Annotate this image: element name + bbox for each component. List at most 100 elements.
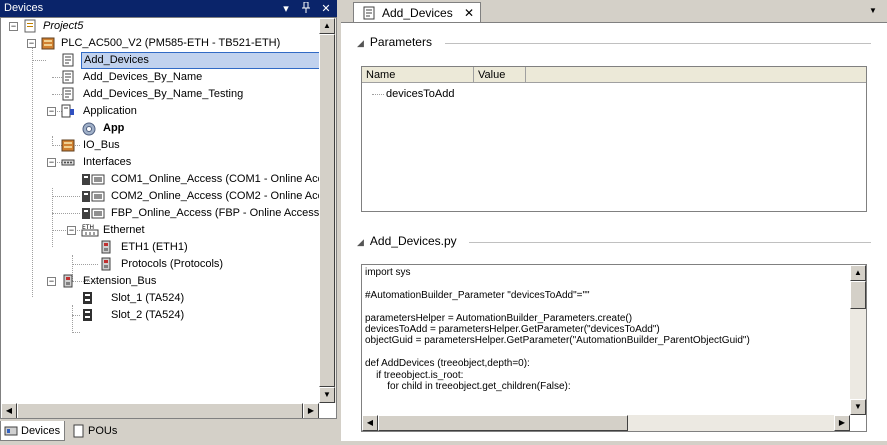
code-line[interactable]: for child in treeobject.get_children(Fal… — [365, 381, 845, 392]
code-horizontal-scrollbar[interactable]: ◀ ▶ — [362, 415, 850, 431]
devices-tree: − Project5 − PLC_AC500_V2 (PM585-ETH - T… — [0, 17, 337, 419]
collapse-triangle-icon[interactable]: ◢ — [357, 237, 364, 247]
tree-horizontal-scrollbar[interactable]: ◀ ▶ — [1, 403, 319, 418]
close-tab-icon[interactable]: ✕ — [464, 3, 474, 23]
interfaces-icon — [61, 155, 75, 169]
plc-icon — [41, 36, 55, 50]
gear-icon — [81, 121, 96, 136]
devices-icon — [4, 424, 18, 438]
code-line[interactable] — [365, 278, 845, 289]
code-text[interactable]: import sys #AutomationBuilder_Parameter … — [365, 267, 845, 392]
close-icon[interactable]: ✕ — [319, 2, 333, 16]
code-line[interactable]: objectGuid = parametersHelper.GetParamet… — [365, 335, 845, 346]
application-icon — [61, 104, 75, 118]
com-icon — [81, 172, 105, 186]
tree-item-slot1[interactable]: Slot_1 (TA524) — [81, 290, 186, 307]
module-icon — [99, 257, 113, 271]
ethernet-icon: ETH — [81, 223, 99, 237]
tree-item-interfaces[interactable]: Interfaces — [61, 154, 133, 171]
devices-panel-title: Devices — [4, 2, 44, 14]
scroll-down-icon[interactable]: ▼ — [319, 387, 335, 403]
module-icon — [61, 274, 75, 288]
dropdown-icon[interactable]: ▾ — [279, 2, 293, 16]
scroll-left-icon[interactable]: ◀ — [1, 403, 17, 418]
slot-icon — [81, 291, 95, 305]
tab-devices[interactable]: Devices — [0, 421, 66, 441]
collapse-toggle-ethernet[interactable]: − — [67, 226, 76, 235]
tree-item-extension-bus[interactable]: Extension_Bus — [61, 273, 158, 290]
scroll-thumb[interactable] — [319, 34, 335, 387]
tree-item-slot2[interactable]: Slot_2 (TA524) — [81, 307, 186, 324]
tree-item-protocols[interactable]: Protocols (Protocols) — [99, 256, 225, 273]
devices-panel: Devices ▾ ✕ − Project5 − PLC_AC500_V2 (P… — [0, 0, 338, 443]
panel-tabs: Devices POUs — [0, 421, 337, 443]
code-line[interactable]: devicesToAdd = parametersHelper.GetParam… — [365, 324, 845, 335]
devices-panel-titlebar: Devices ▾ ✕ — [0, 0, 337, 17]
tree-item-add-devices-by-name-testing[interactable]: Add_Devices_By_Name_Testing — [61, 86, 245, 103]
code-line[interactable]: if treeobject.is_root: — [365, 370, 845, 381]
code-line[interactable] — [365, 347, 845, 358]
scroll-up-icon[interactable]: ▲ — [319, 18, 335, 34]
parameters-table: Name Value devicesToAdd — [361, 66, 867, 212]
script-icon — [61, 70, 75, 84]
collapse-toggle-plc[interactable]: − — [27, 39, 36, 48]
tree-item-ethernet[interactable]: ETH Ethernet — [81, 222, 147, 239]
tree-item-project5[interactable]: Project5 — [23, 18, 85, 35]
scroll-right-icon[interactable]: ▶ — [303, 403, 319, 418]
scroll-right-icon[interactable]: ▶ — [834, 415, 850, 431]
section-divider — [445, 43, 871, 44]
column-header-name[interactable]: Name — [362, 67, 474, 83]
tree-item-add-devices-by-name[interactable]: Add_Devices_By_Name — [61, 69, 204, 86]
scroll-thumb[interactable] — [378, 415, 628, 431]
code-line[interactable]: import sys — [365, 267, 845, 278]
editor-panel: Add_Devices ✕ ▼ ◢ Parameters Name Value d… — [339, 0, 887, 443]
code-line[interactable]: def AddDevices (treeobject,depth=0): — [365, 358, 845, 369]
param-name: devicesToAdd — [386, 88, 455, 100]
tab-list-dropdown-icon[interactable]: ▼ — [869, 6, 881, 16]
scroll-thumb[interactable] — [17, 403, 303, 418]
tree-item-app[interactable]: App — [81, 120, 126, 137]
scroll-up-icon[interactable]: ▲ — [850, 265, 866, 281]
tab-add-devices[interactable]: Add_Devices ✕ — [353, 2, 481, 22]
tree-content: − Project5 − PLC_AC500_V2 (PM585-ETH - T… — [1, 18, 336, 403]
module-icon — [99, 240, 113, 254]
parameters-section-header[interactable]: ◢ Parameters — [357, 35, 432, 49]
collapse-triangle-icon[interactable]: ◢ — [357, 38, 364, 48]
com-icon — [81, 206, 105, 220]
tree-item-eth1[interactable]: ETH1 (ETH1) — [99, 239, 190, 256]
tree-vertical-scrollbar[interactable]: ▲ ▼ — [319, 18, 336, 403]
scroll-left-icon[interactable]: ◀ — [362, 415, 378, 431]
tree-item-application[interactable]: Application — [61, 103, 139, 120]
tree-item-io-bus[interactable]: IO_Bus — [61, 137, 122, 154]
collapse-toggle-project[interactable]: − — [9, 22, 18, 31]
code-line[interactable]: parametersHelper = AutomationBuilder_Par… — [365, 313, 845, 324]
tree-item-com2[interactable]: COM2_Online_Access (COM2 - Online Access… — [81, 188, 336, 205]
project-icon — [23, 19, 37, 33]
script-editor[interactable]: import sys #AutomationBuilder_Parameter … — [361, 264, 867, 432]
io-bus-icon — [61, 138, 75, 152]
section-divider — [469, 242, 871, 243]
tree-item-add-devices[interactable]: Add_Devices — [61, 52, 333, 69]
table-header: Name Value — [362, 67, 866, 83]
tab-label: Add_Devices — [382, 6, 453, 20]
script-section-header[interactable]: ◢ Add_Devices.py — [357, 234, 457, 248]
column-header-value[interactable]: Value — [474, 67, 526, 83]
code-line[interactable] — [365, 301, 845, 312]
tree-item-fbp[interactable]: FBP_Online_Access (FBP - Online Access) — [81, 205, 325, 222]
script-icon — [61, 53, 75, 67]
table-row[interactable]: devicesToAdd — [372, 87, 455, 101]
editor-content: ◢ Parameters Name Value devicesToAdd ◢ Add… — [341, 22, 887, 441]
script-icon — [362, 6, 376, 20]
script-icon — [61, 87, 75, 101]
scroll-down-icon[interactable]: ▼ — [850, 399, 866, 415]
tree-item-plc[interactable]: PLC_AC500_V2 (PM585-ETH - TB521-ETH) — [41, 35, 282, 52]
tab-pous[interactable]: POUs — [68, 421, 121, 441]
scroll-thumb[interactable] — [850, 281, 866, 309]
pin-icon[interactable] — [299, 1, 313, 16]
tree-item-com1[interactable]: COM1_Online_Access (COM1 - Online Access… — [81, 171, 336, 188]
code-vertical-scrollbar[interactable]: ▲ ▼ — [850, 265, 866, 415]
collapse-toggle-interfaces[interactable]: − — [47, 158, 56, 167]
collapse-toggle-extension-bus[interactable]: − — [47, 277, 56, 286]
collapse-toggle-application[interactable]: − — [47, 107, 56, 116]
code-line[interactable]: #AutomationBuilder_Parameter "devicesToA… — [365, 290, 845, 301]
